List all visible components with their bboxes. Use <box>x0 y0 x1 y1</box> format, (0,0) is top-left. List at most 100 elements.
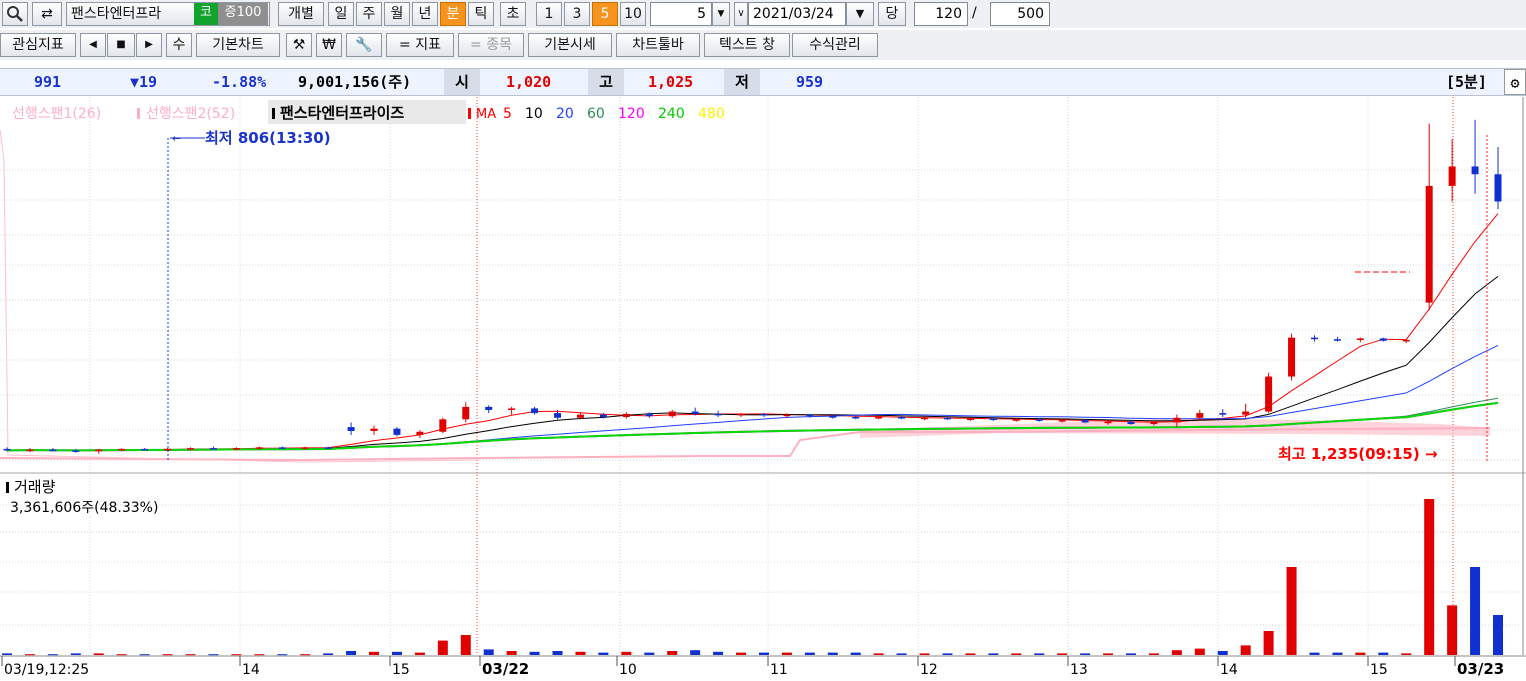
candle-body <box>622 413 630 417</box>
stop-icon[interactable]: ■ <box>107 33 135 57</box>
watchlist-indicator-button[interactable]: 관심지표 <box>0 33 76 57</box>
text-window-button[interactable]: 텍스트 창 <box>704 33 790 57</box>
interval-input[interactable]: 5 <box>650 2 712 26</box>
price-chart[interactable]: ← 최저 806(13:30) 최고 1,235(09:15) → 선행스팬1(26… <box>0 97 1526 681</box>
volume-bar <box>70 653 81 655</box>
interval-dropdown-icon[interactable]: ▼ <box>712 2 730 26</box>
interval-5-button[interactable]: 5 <box>592 2 618 26</box>
low-label: 저 <box>724 69 760 95</box>
quote-info-bar: 991 ▼19 -1.88% 9,001,156(주) 시 1,020 고 1,… <box>0 68 1526 96</box>
volume-bar <box>208 654 219 656</box>
tools-icon[interactable]: ⚒ <box>286 33 312 57</box>
candle-body <box>1127 421 1135 424</box>
trade-volume: 9,001,156(주) <box>298 73 412 91</box>
chart-toolbar-button[interactable]: 차트툴바 <box>616 33 700 57</box>
period-7-button[interactable]: 초 <box>500 2 526 26</box>
chart-toolbar-top: ⇄ 팬스타엔터프라 코 증100 개별 일주월년분틱초 1 3 5 10 5 ▼ ∨ … <box>0 0 1526 28</box>
candle-body <box>416 431 424 435</box>
candle-body <box>301 447 309 449</box>
stock-marker <box>272 108 275 119</box>
volume-bar <box>1171 650 1182 655</box>
ma-legend-label: MA <box>476 107 496 122</box>
candle-body <box>576 414 584 418</box>
wrench-icon[interactable]: 🔧 <box>346 33 382 57</box>
candle-body <box>72 450 80 452</box>
su-button[interactable]: 수 <box>166 33 192 57</box>
low-arrowhead: ← <box>172 132 181 145</box>
volume-bar <box>552 651 563 655</box>
interval-3-button[interactable]: 3 <box>564 2 590 26</box>
candle-body <box>554 413 562 418</box>
volume-bar <box>1447 605 1458 655</box>
search-icon[interactable] <box>2 2 28 26</box>
period-3-button[interactable]: 월 <box>384 2 410 26</box>
period-2-button[interactable]: 주 <box>356 2 382 26</box>
volume-bar <box>827 652 838 655</box>
volume-bar <box>277 654 288 656</box>
volume-bar <box>965 653 976 655</box>
basic-chart-button[interactable]: 기본차트 <box>196 33 280 57</box>
settings-gear-icon[interactable]: ⚙ <box>1504 69 1526 95</box>
candle-body <box>255 447 263 449</box>
volume-bar <box>47 654 58 656</box>
candle-body <box>1196 413 1204 418</box>
won-icon[interactable]: ₩ <box>316 33 342 57</box>
candle-body <box>737 413 745 416</box>
period-5-button[interactable]: 분 <box>440 2 466 26</box>
period-6-button[interactable]: 틱 <box>468 2 494 26</box>
open-price: 1,020 <box>506 73 552 91</box>
x-tick-label: 13 <box>1070 662 1088 678</box>
volume-bar <box>1332 652 1343 655</box>
period-label: [5분] <box>1446 73 1487 91</box>
candle-body <box>3 448 11 451</box>
slash-separator: / <box>972 5 977 21</box>
date-input[interactable]: 2021/03/24 <box>748 2 846 26</box>
count-input[interactable]: 120 <box>914 2 968 26</box>
indicator-button[interactable]: = 지표 <box>386 33 454 57</box>
volume-bar <box>667 651 678 655</box>
basic-quote-button[interactable]: 기본시세 <box>528 33 612 57</box>
total-input[interactable]: 500 <box>990 2 1050 26</box>
volume-bar <box>323 653 334 655</box>
candle-body <box>806 414 814 417</box>
volume-bar <box>1263 631 1274 655</box>
candle-body <box>691 411 699 414</box>
ma-legend-60: 60 <box>587 106 605 122</box>
period-4-button[interactable]: 년 <box>412 2 438 26</box>
change-percent: -1.88% <box>212 73 267 91</box>
candle-body <box>1104 421 1112 424</box>
chevron-down-icon[interactable]: ∨ <box>734 2 748 26</box>
volume-bar <box>437 640 448 655</box>
volume-bar <box>460 635 471 655</box>
interval-1-button[interactable]: 1 <box>536 2 562 26</box>
candle-body <box>508 408 516 410</box>
open-label: 시 <box>444 69 480 95</box>
candle-body <box>668 411 676 417</box>
candle-body <box>1448 166 1456 186</box>
swap-icon[interactable]: ⇄ <box>32 2 62 26</box>
candle-body <box>187 448 195 450</box>
candle-body <box>760 413 768 416</box>
date-picker-icon[interactable]: ▼ <box>846 2 874 26</box>
candle-body <box>1035 419 1043 421</box>
volume-bar <box>254 654 265 656</box>
candle-body <box>1219 413 1227 415</box>
volume-bar <box>690 650 701 655</box>
volume-bar <box>1080 653 1091 655</box>
formula-manager-button[interactable]: 수식관리 <box>792 33 878 57</box>
candle-body <box>1471 166 1479 175</box>
interval-10-button[interactable]: 10 <box>620 2 646 26</box>
prev-icon[interactable]: ◀ <box>80 33 106 57</box>
stock-compare-button[interactable]: = 종목 <box>458 33 524 57</box>
x-tick-label: 14 <box>1220 662 1238 678</box>
ma-marker <box>468 108 471 119</box>
volume-bar <box>1148 653 1159 655</box>
volume-bar <box>1034 653 1045 655</box>
volume-bar <box>1286 567 1297 655</box>
individual-button[interactable]: 개별 <box>278 2 324 26</box>
ma-legend-5: 5 <box>503 106 512 122</box>
period-1-button[interactable]: 일 <box>328 2 354 26</box>
next-icon[interactable]: ▶ <box>136 33 162 57</box>
volume-bar <box>391 651 402 655</box>
dang-button[interactable]: 당 <box>878 2 906 26</box>
